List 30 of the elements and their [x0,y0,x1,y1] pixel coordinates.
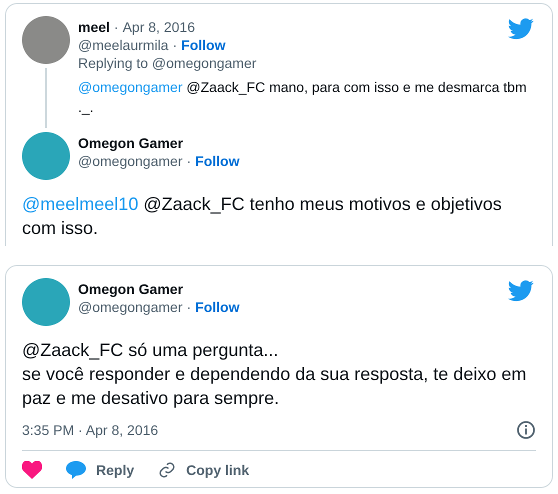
tweet-date: Apr 8, 2016 [122,19,195,35]
avatar-photo[interactable] [22,16,70,64]
follow-link[interactable]: Follow [195,299,240,315]
bird-logo-icon [508,18,534,40]
tweet-text: @omegongamer @Zaack_FC mano, para com isso e me desmarca tbm ._. [78,78,528,117]
heart-icon[interactable] [22,461,42,479]
bird-logo-icon [508,280,534,302]
separator-dot: · [172,37,178,53]
author-handle[interactable]: @omegongamer [78,299,182,315]
info-icon[interactable] [516,420,536,440]
author-name[interactable]: meel [78,19,110,35]
replying-to-text: Replying to @omegongamer [78,55,258,71]
reply-button[interactable]: Reply [66,461,134,479]
follow-link[interactable]: Follow [195,153,240,169]
tweet-text: @meelmeel10 @Zaack_FC tenho meus motivos e objetivos com isso. [22,193,503,240]
follow-link[interactable]: Follow [181,37,226,53]
author-handle[interactable]: @omegongamer [78,153,182,169]
speech-bubble-icon [66,461,86,479]
tweet-text: @Zaack_FC só uma pergunta... se você responder e dependendo da sua resposta, te deixo em paz e me desativo para sempre. [22,339,528,410]
separator-dot: · [186,153,192,169]
link-icon [158,461,176,479]
author-name[interactable]: Omegon Gamer [78,281,184,297]
separator-dot: · [114,19,119,35]
author-name[interactable]: Omegon Gamer [78,135,184,151]
avatar-photo[interactable] [22,132,70,180]
tweet-timestamp[interactable]: 3:35 PM · Apr 8, 2016 [22,422,158,438]
copy-link-button[interactable]: Copy link [158,461,250,479]
separator-dot: · [186,299,192,315]
author-handle[interactable]: @meelaurmila [78,37,168,53]
avatar-photo[interactable] [22,278,70,326]
